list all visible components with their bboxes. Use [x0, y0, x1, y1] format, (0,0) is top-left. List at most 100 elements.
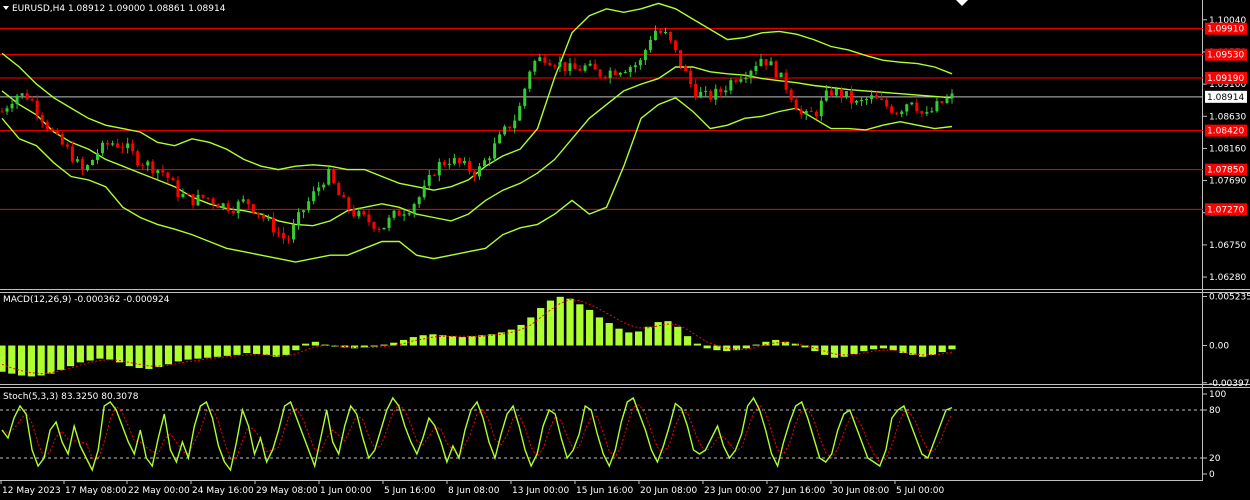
candle-body [191, 194, 195, 206]
candle-body [25, 93, 29, 100]
price-tick-label: 1.06280 [1209, 273, 1246, 283]
candle-body [663, 32, 667, 34]
macd-bar [870, 345, 878, 350]
candle-body [754, 66, 758, 71]
price-tick-label: 1.08160 [1209, 144, 1246, 154]
time-tick-label: 5 Jun 16:00 [384, 486, 436, 496]
candle-body [246, 199, 250, 205]
macd-bar [76, 345, 84, 363]
stoch-title: Stoch(5,3,3) 83.3250 80.3078 [3, 392, 139, 402]
candle-body [799, 110, 803, 115]
candle-body [528, 71, 532, 89]
candle-body [90, 159, 94, 166]
macd-bar [742, 345, 750, 349]
macd-bar [27, 345, 35, 377]
macd-bar [821, 345, 829, 355]
candle-body [684, 66, 688, 71]
macd-bar [674, 326, 682, 346]
candle-body [251, 204, 255, 213]
macd-bar [830, 345, 839, 358]
candle-body [176, 180, 180, 198]
macd-bar [194, 345, 202, 359]
candle-body [533, 60, 537, 72]
candle-body [302, 210, 306, 213]
candle-body [880, 98, 884, 100]
candle-body [307, 201, 311, 211]
candle-body [578, 68, 582, 71]
macd-bar [860, 345, 868, 352]
candle-body [427, 174, 431, 186]
candle-body [819, 100, 823, 117]
time-tick-label: 27 Jun 16:00 [768, 486, 825, 496]
level-tag-label: 1.07850 [1207, 166, 1244, 176]
candle-body [367, 214, 371, 223]
macd-bar [57, 345, 65, 370]
candle-body [236, 201, 240, 214]
time-tick-label: 29 May 08:00 [256, 486, 318, 496]
candle-body [397, 210, 401, 216]
candle-body [60, 133, 64, 145]
candle-body [628, 67, 632, 73]
candle-body [925, 112, 929, 114]
candle-body [457, 158, 461, 164]
candle-body [161, 170, 165, 173]
candle-body [216, 204, 220, 208]
candle-body [106, 142, 110, 145]
candle-body [674, 40, 678, 51]
macd-bar [693, 343, 701, 346]
macd-bar [0, 345, 6, 372]
candle-body [432, 174, 436, 176]
macd-bar [889, 345, 897, 351]
candle-body [844, 91, 848, 97]
macd-bar [253, 345, 261, 354]
candle-body [166, 172, 170, 178]
candle-body [156, 170, 160, 174]
candle-body [226, 203, 230, 211]
level-tag-label: 1.07270 [1207, 205, 1244, 215]
candle-body [407, 213, 411, 215]
candle-body [146, 161, 150, 166]
macd-bar [576, 304, 584, 346]
candle-body [347, 197, 351, 210]
level-tag-label: 1.08420 [1207, 127, 1244, 137]
candle-body [543, 57, 547, 63]
candle-body [749, 70, 753, 78]
candle-body [196, 194, 200, 206]
candle-body [648, 39, 652, 51]
macd-bar [644, 326, 652, 346]
candle-body [111, 143, 115, 145]
candle-body [181, 193, 185, 198]
candle-body [121, 147, 125, 149]
candle-body [513, 120, 517, 129]
candle-body [739, 79, 743, 82]
candle-body [658, 30, 662, 33]
candle-body [15, 95, 19, 104]
candle-body [940, 101, 944, 103]
macd-bar [488, 334, 496, 346]
candle-body [714, 88, 718, 100]
time-tick-label: 20 Jun 08:00 [640, 486, 697, 496]
macd-bar [292, 345, 300, 351]
candle-body [478, 166, 482, 177]
macd-bar [282, 345, 290, 355]
candle-body [774, 61, 778, 78]
main-title: EURUSD,H4 1.08912 1.09000 1.08861 1.0891… [12, 4, 226, 14]
candle-body [402, 214, 406, 216]
candle-body [357, 211, 361, 217]
macd-bar [145, 345, 153, 369]
candle-body [417, 197, 421, 205]
mt4-chart[interactable]: 1.100401.095701.091001.086301.081601.076… [0, 0, 1250, 500]
candle-body [849, 91, 853, 103]
macd-bar [703, 345, 711, 349]
candle-body [633, 65, 637, 68]
macd-bar [948, 345, 956, 350]
macd-bar [223, 345, 231, 356]
candle-body [860, 99, 864, 102]
price-tick-label: 1.06750 [1209, 241, 1246, 251]
macd-bar [106, 345, 114, 360]
candle-body [241, 199, 245, 202]
candle-body [55, 130, 59, 134]
candle-body [709, 91, 713, 100]
candle-body [231, 210, 235, 214]
macd-bar [478, 335, 486, 346]
